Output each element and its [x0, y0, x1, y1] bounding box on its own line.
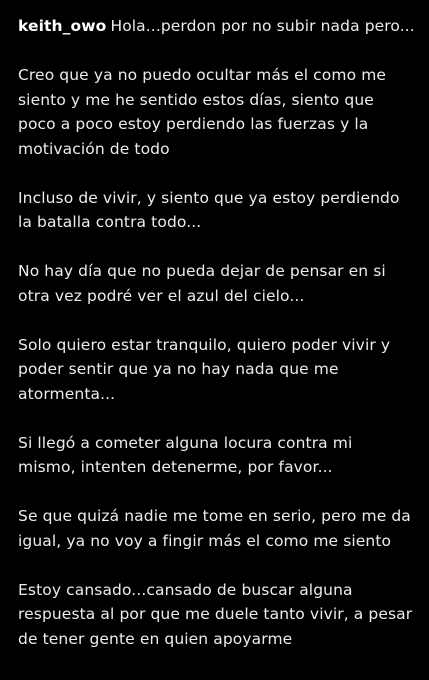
comment-paragraph-3: Incluso de vivir, y siento que ya estoy … — [18, 188, 400, 232]
comment-body: keith_owo Hola...perdon por no subir nada… — [0, 0, 429, 680]
comment-paragraph-8: Estoy cansado...cansado de buscar alguna… — [18, 580, 413, 648]
comment-paragraph-1: keith_owo Hola...perdon por no subir nada… — [18, 14, 415, 39]
comment-paragraph-2: Creo que ya no puedo ocultar más el como… — [18, 66, 387, 158]
username[interactable]: keith_owo — [18, 17, 106, 35]
comment-paragraph-4: No hay día que no pueda dejar de pensar … — [18, 262, 386, 305]
comment-paragraph-7: Se que quizá nadie me tome en serio, per… — [18, 507, 411, 550]
comment-paragraph-5: Solo quiero estar tranquilo, quiero pode… — [18, 335, 391, 403]
comment-text-1: Hola...perdon por no subir nada pero... — [110, 17, 415, 35]
comment-paragraph-6: Si llegó a cometer alguna locura contra … — [18, 433, 353, 477]
